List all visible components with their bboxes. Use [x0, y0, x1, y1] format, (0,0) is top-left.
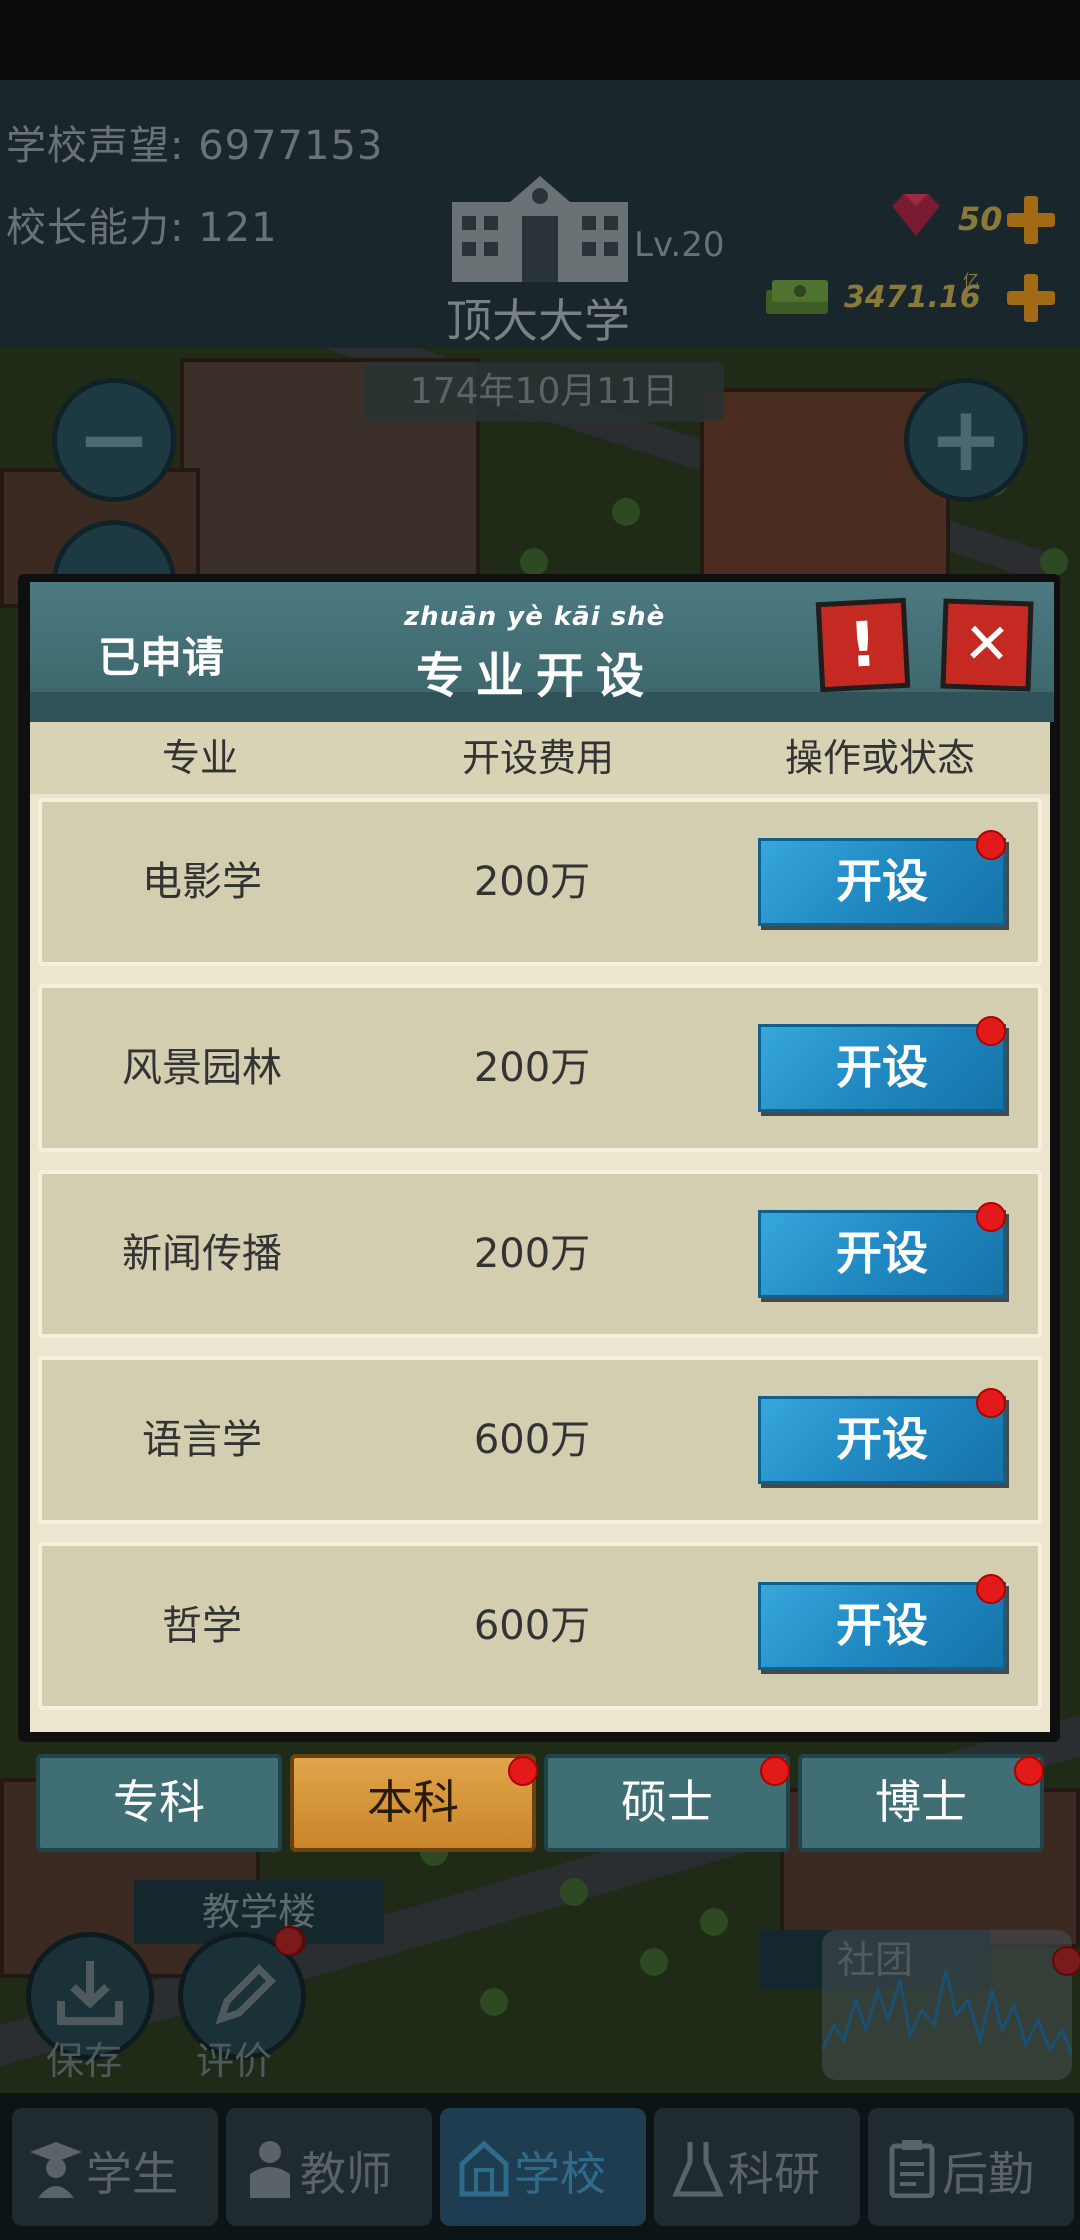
major-name: 哲学 [162, 1603, 242, 1649]
nav-school[interactable]: 学校 [440, 2108, 646, 2226]
zoom-out-button[interactable]: − [52, 378, 176, 502]
notification-dot [1052, 1946, 1080, 1976]
reputation-label: 学校声望: [6, 123, 185, 169]
add-gems-plus-icon[interactable] [1005, 194, 1057, 246]
dialog-title: 专业开设 [416, 648, 657, 704]
school-level: Lv.20 [634, 225, 725, 265]
clipboard-icon [889, 2140, 935, 2198]
add-money-plus-icon[interactable] [1005, 272, 1057, 324]
status-bar [0, 0, 1080, 80]
trend-line-icon [822, 1969, 1072, 2056]
save-label: 保存 [46, 2039, 123, 2083]
nav-students[interactable]: 学生 [12, 2108, 218, 2226]
reputation-stat: 学校声望: 6977153 [6, 113, 383, 171]
gem-icon [892, 194, 940, 236]
info-button[interactable]: ! [815, 597, 911, 693]
major-cost: 200万 [473, 1045, 591, 1091]
notification-dot [274, 1926, 304, 1956]
trend-chart-widget[interactable] [822, 1930, 1072, 2080]
column-header-major: 专业 [161, 736, 238, 780]
money-count: 3471.16 [844, 280, 981, 315]
column-header-cost: 开设费用 [461, 736, 614, 780]
graduate-icon [30, 2142, 82, 2198]
exclamation-icon: ! [846, 607, 880, 682]
open-major-button[interactable]: 开设 [758, 838, 1006, 926]
table-row: 哲学 600万 开设 [38, 1542, 1042, 1710]
title-pinyin: zhuān yè kāi shè [404, 602, 666, 632]
zoom-in-button[interactable]: + [904, 378, 1028, 502]
nav-logistics-label: 后勤 [942, 2147, 1034, 2201]
major-cost: 200万 [473, 1231, 591, 1277]
tab-associate[interactable]: 专科 [36, 1754, 282, 1852]
plus-icon: + [928, 387, 1004, 492]
tab-doctor[interactable]: 博士 [798, 1754, 1044, 1852]
open-major-button[interactable]: 开设 [758, 1024, 1006, 1112]
game-date: 174年10月11日 [364, 362, 724, 422]
open-major-button[interactable]: 开设 [758, 1582, 1006, 1670]
nav-school-label: 学校 [514, 2147, 606, 2201]
flask-icon [672, 2142, 724, 2197]
notification-dot [976, 1388, 1006, 1418]
nav-teachers-label: 教师 [300, 2147, 392, 2201]
reputation-value: 6977153 [198, 123, 384, 169]
ability-stat: 校长能力: 121 [6, 195, 278, 253]
table-row: 风景园林 200万 开设 [38, 984, 1042, 1152]
money-unit: 亿 [962, 271, 979, 290]
school-icon [459, 2140, 509, 2197]
nav-research[interactable]: 科研 [654, 2108, 860, 2226]
nav-teachers[interactable]: 教师 [226, 2108, 432, 2226]
gem-count: 50 [958, 200, 1003, 238]
tab-master[interactable]: 硕士 [544, 1754, 790, 1852]
nav-students-label: 学生 [86, 2147, 178, 2201]
major-name: 新闻传播 [122, 1231, 282, 1277]
school-name: 顶大大学 [446, 294, 630, 348]
table-row: 新闻传播 200万 开设 [38, 1170, 1042, 1338]
money-stack-icon [766, 280, 828, 314]
open-major-button[interactable]: 开设 [758, 1396, 1006, 1484]
rate-label: 评价 [196, 2039, 273, 2083]
nav-research-label: 科研 [728, 2147, 820, 2201]
minus-icon: − [76, 387, 152, 492]
major-cost: 200万 [473, 859, 591, 905]
close-icon: ✕ [962, 611, 1012, 678]
nav-logistics[interactable]: 后勤 [868, 2108, 1074, 2226]
table-row: 电影学 200万 开设 [38, 798, 1042, 966]
tab-bachelor[interactable]: 本科 [290, 1754, 536, 1852]
column-header-action: 操作或状态 [784, 736, 975, 780]
notification-dot [976, 1202, 1006, 1232]
ability-value: 121 [198, 205, 278, 251]
major-cost: 600万 [473, 1603, 591, 1649]
notification-dot [760, 1756, 790, 1786]
teacher-icon [250, 2141, 290, 2198]
major-name: 语言学 [142, 1417, 262, 1463]
notification-dot [1014, 1756, 1044, 1786]
major-cost: 600万 [473, 1417, 591, 1463]
close-button[interactable]: ✕ [940, 598, 1034, 692]
major-name: 风景园林 [122, 1045, 282, 1091]
open-major-button[interactable]: 开设 [758, 1210, 1006, 1298]
notification-dot [976, 830, 1006, 860]
notification-dot [508, 1756, 538, 1786]
applied-tab[interactable]: 已申请 [98, 624, 224, 685]
ability-label: 校长能力: [6, 205, 185, 251]
table-row: 语言学 600万 开设 [38, 1356, 1042, 1524]
school-building-icon [452, 176, 628, 282]
major-name: 电影学 [142, 859, 262, 905]
notification-dot [976, 1574, 1006, 1604]
notification-dot [976, 1016, 1006, 1046]
